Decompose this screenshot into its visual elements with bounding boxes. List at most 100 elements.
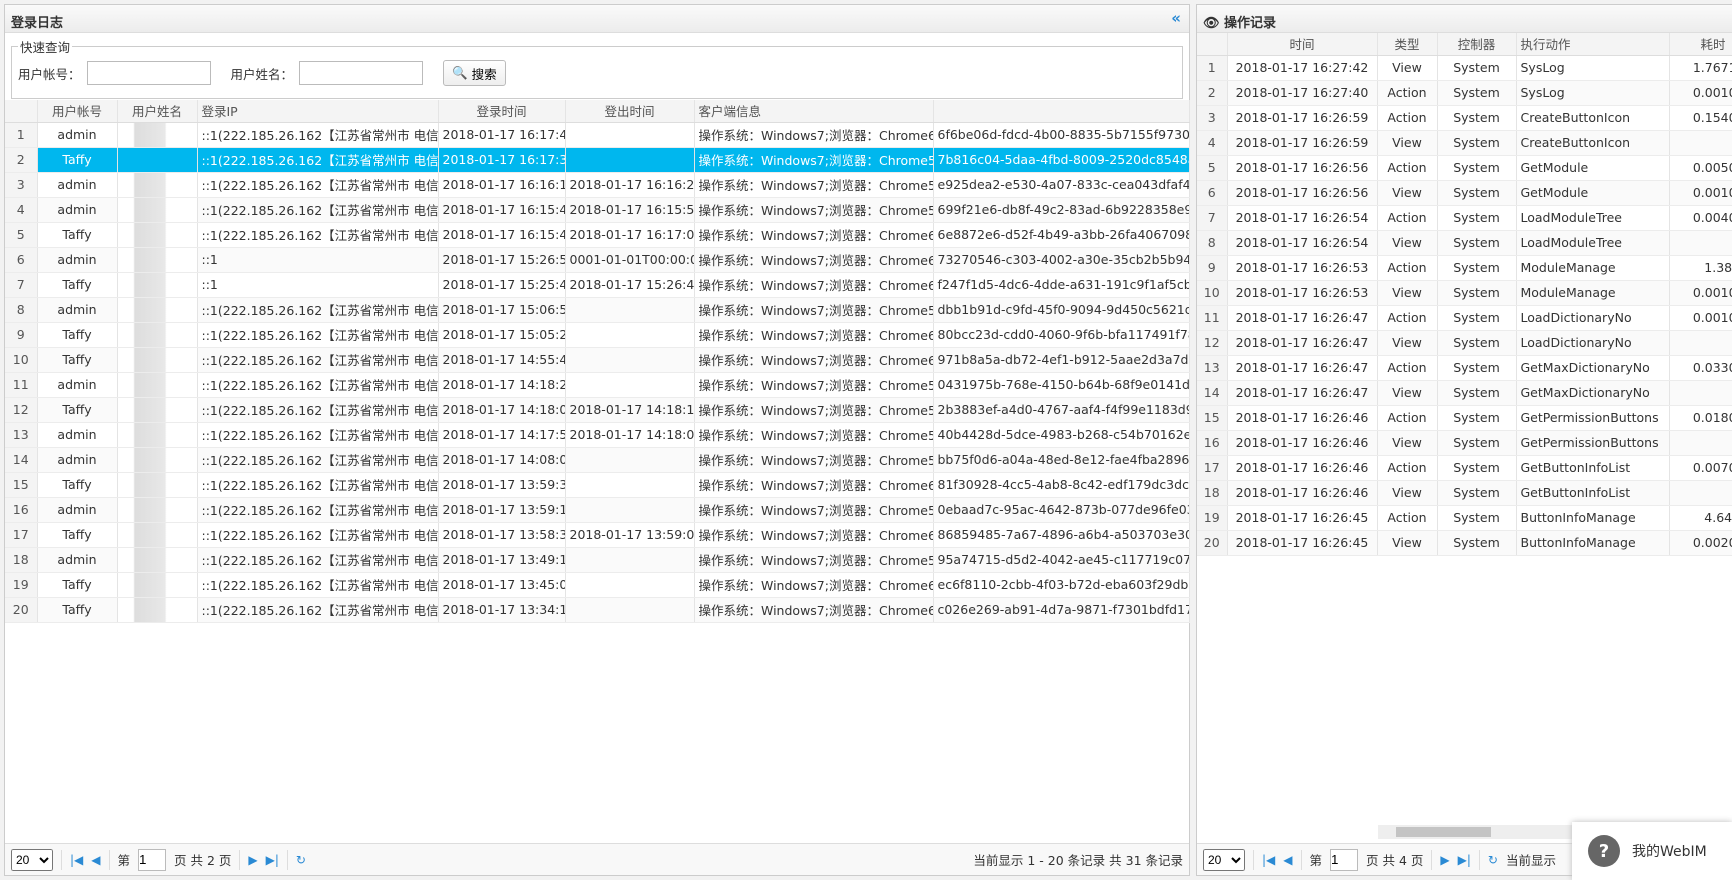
table-row[interactable]: 9 2018-01-17 16:26:53 Action System ModuleMa… [1197,255,1732,281]
webim-button[interactable]: ? 我的WebIM [1572,822,1732,880]
table-cell: 2018-01-17 16:26:53 [1227,255,1378,281]
column-header[interactable]: 类型 [1377,33,1438,56]
table-row[interactable]: 7 2018-01-17 16:26:54 Action System LoadModu… [1197,205,1732,231]
table-cell [565,322,695,348]
table-cell: 4 [1197,130,1228,156]
table-cell: 2018-01-17 16:26:54 [1227,205,1378,231]
page-total: 页 共 2 页 [174,853,232,868]
table-row[interactable]: 17 2018-01-17 16:26:46 Action System GetButt… [1197,455,1732,481]
table-cell: View [1377,230,1438,256]
table-row[interactable]: 6 admin::1 2018-01-17 15:26:54 0001-01-01T0… [5,247,1190,273]
table-row[interactable]: 10 Taffy::1(222.185.26.162【江苏省常州市 电信】) 201… [5,347,1190,373]
table-row[interactable]: 8 2018-01-17 16:26:54 View System LoadModule… [1197,230,1732,256]
scrollbar-thumb[interactable] [1396,827,1491,837]
table-row[interactable]: 19 2018-01-17 16:26:45 Action System ButtonI… [1197,505,1732,531]
table-row[interactable]: 1 2018-01-17 16:27:42 View System SysLog 1.76… [1197,55,1732,81]
name-input[interactable] [299,61,424,85]
account-input[interactable] [86,61,211,85]
table-row[interactable]: 5 Taffy::1(222.185.26.162【江苏省常州市 电信】) 2018… [5,222,1190,248]
table-cell [117,597,198,623]
table-row[interactable]: 6 2018-01-17 16:26:56 View System GetModule 0… [1197,180,1732,206]
table-cell [565,472,695,498]
table-row[interactable]: 9 Taffy::1(222.185.26.162【江苏省常州市 电信】) 2018… [5,322,1190,348]
table-cell: 0.001000 [1669,180,1732,206]
page-input[interactable] [1330,848,1359,871]
table-row[interactable]: 13 admin::1(222.185.26.162【江苏省常州市 电信】) 201… [5,422,1190,448]
table-row[interactable]: 8 admin::1(222.185.26.162【江苏省常州市 电信】) 2018… [5,297,1190,323]
search-button[interactable]: 🔍 搜索 [443,60,506,86]
table-row[interactable]: 5 2018-01-17 16:26:56 Action System GetModul… [1197,155,1732,181]
prev-page-icon[interactable]: ◀ [1283,853,1292,867]
page-input[interactable] [138,848,167,871]
table-row[interactable]: 3 admin::1(222.185.26.162【江苏省常州市 电信】) 2018… [5,172,1190,198]
table-cell: ::1(222.185.26.162【江苏省常州市 电信】) [197,222,439,248]
table-row[interactable]: 13 2018-01-17 16:26:47 Action System GetMaxD… [1197,355,1732,381]
table-row[interactable]: 4 2018-01-17 16:26:59 View System CreateButt… [1197,130,1732,156]
column-header[interactable]: 登录时间 [438,100,566,123]
table-row[interactable]: 2 2018-01-17 16:27:40 Action System SysLog 0.… [1197,80,1732,106]
table-row[interactable]: 4 admin::1(222.185.26.162【江苏省常州市 电信】) 2018… [5,197,1190,223]
column-header[interactable] [1197,33,1228,56]
table-cell: 8 [5,297,38,323]
table-row[interactable]: 16 2018-01-17 16:26:46 View System GetPermis… [1197,430,1732,456]
table-cell: CreateButtonIcon [1516,105,1670,131]
double-chevron-left-icon[interactable]: « [1171,9,1181,27]
last-page-icon[interactable]: ▶| [1458,853,1471,867]
table-row[interactable]: 7 Taffy::1 2018-01-17 15:25:43 2018-01-17 1… [5,272,1190,298]
table-row[interactable]: 19 Taffy::1(222.185.26.162【江苏省常州市 电信】) 201… [5,572,1190,598]
table-cell: 操作系统：Windows7;浏览器：Chrome63 [694,247,934,273]
first-page-icon[interactable]: |◀ [70,853,83,867]
table-cell: 16 [5,497,38,523]
table-row[interactable]: 12 Taffy::1(222.185.26.162【江苏省常州市 电信】) 201… [5,397,1190,423]
refresh-icon[interactable]: ↻ [296,853,306,867]
last-page-icon[interactable]: ▶| [266,853,279,867]
table-cell: LoadModuleTree [1516,205,1670,231]
table-row[interactable]: 16 admin::1(222.185.26.162【江苏省常州市 电信】) 201… [5,497,1190,523]
table-row[interactable]: 1 admin::1(222.185.26.162【江苏省常州市 电信】) 2018… [5,122,1190,148]
table-row[interactable]: 18 2018-01-17 16:26:46 View System GetButton… [1197,480,1732,506]
panel-title: 操作记录 [1224,16,1277,31]
column-header[interactable]: 执行动作 [1516,33,1670,56]
column-header[interactable]: 控制器 [1437,33,1517,56]
table-row[interactable]: 12 2018-01-17 16:26:47 View System LoadDicti… [1197,330,1732,356]
table-cell: View [1377,530,1438,556]
column-header[interactable]: 登出时间 [565,100,695,123]
table-row[interactable]: 20 2018-01-17 16:26:45 View System ButtonInf… [1197,530,1732,556]
table-cell: System [1437,530,1517,556]
page-size-select[interactable]: 20 [1203,848,1245,871]
table-row[interactable]: 11 admin::1(222.185.26.162【江苏省常州市 电信】) 201… [5,372,1190,398]
next-page-icon[interactable]: ▶ [248,853,257,867]
table-cell: admin [37,447,118,473]
table-row[interactable]: 20 Taffy::1(222.185.26.162【江苏省常州市 电信】) 201… [5,597,1190,623]
table-row[interactable]: 14 admin::1(222.185.26.162【江苏省常州市 电信】) 201… [5,447,1190,473]
table-cell: 0.033084 [1669,355,1732,381]
page-size-select[interactable]: 20 [11,848,53,871]
table-cell: View [1377,430,1438,456]
table-row[interactable]: 11 2018-01-17 16:26:47 Action System LoadDic… [1197,305,1732,331]
table-row[interactable]: 14 2018-01-17 16:26:47 View System GetMaxDic… [1197,380,1732,406]
first-page-icon[interactable]: |◀ [1262,853,1275,867]
column-header[interactable]: 用户姓名 [117,100,198,123]
column-header[interactable]: 时间 [1227,33,1378,56]
refresh-icon[interactable]: ↻ [1488,853,1498,867]
column-header[interactable]: 登录IP [197,100,439,123]
table-row[interactable]: 3 2018-01-17 16:26:59 Action System CreateBu… [1197,105,1732,131]
page-prefix: 第 [117,853,131,868]
column-header[interactable] [933,100,1190,123]
column-header[interactable]: 客户端信息 [694,100,934,123]
table-row[interactable]: 10 2018-01-17 16:26:53 View System ModuleMan… [1197,280,1732,306]
table-row[interactable]: 15 2018-01-17 16:26:46 Action System GetPerm… [1197,405,1732,431]
table-row[interactable]: 18 admin::1(222.185.26.162【江苏省常州市 电信】) 201… [5,547,1190,573]
column-header[interactable]: 耗时 [1669,33,1732,56]
prev-page-icon[interactable]: ◀ [91,853,100,867]
next-page-icon[interactable]: ▶ [1440,853,1449,867]
table-row[interactable]: 15 Taffy::1(222.185.26.162【江苏省常州市 电信】) 201… [5,472,1190,498]
table-cell: GetPermissionButtons [1516,430,1670,456]
table-cell: 0.001000 [1669,280,1732,306]
column-header[interactable] [5,100,38,123]
table-cell: 2018-01-17 13:59:32 [438,472,566,498]
table-row[interactable]: 2 Taffy::1(222.185.26.162【江苏省常州市 电信】) 2018… [5,147,1190,173]
table-cell: 2018-01-17 16:16:20 [565,172,695,198]
column-header[interactable]: 用户帐号 [37,100,118,123]
table-row[interactable]: 17 Taffy::1(222.185.26.162【江苏省常州市 电信】) 201… [5,522,1190,548]
